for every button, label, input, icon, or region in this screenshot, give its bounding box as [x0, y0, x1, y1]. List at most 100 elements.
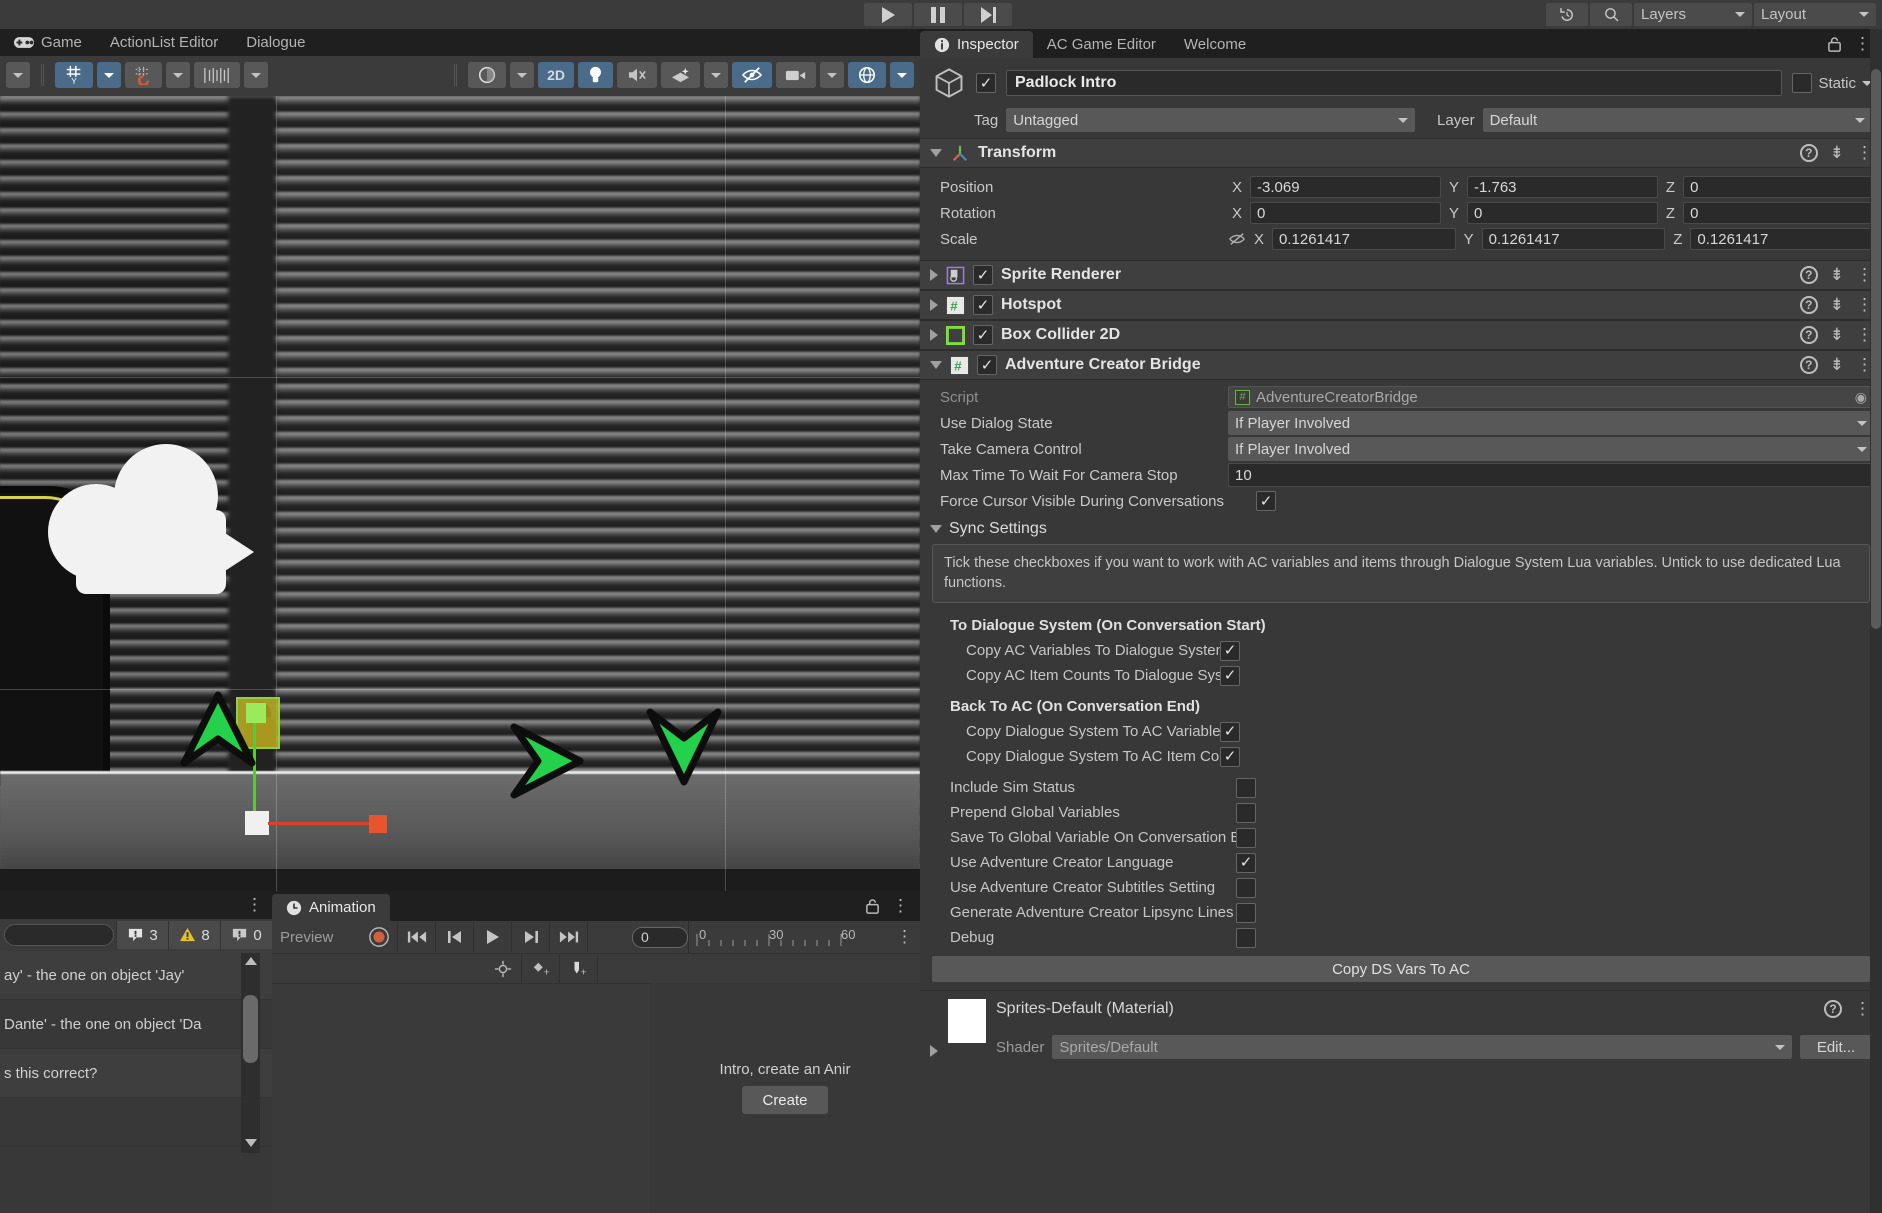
take-camera-control-dropdown[interactable]: If Player Involved [1228, 437, 1874, 461]
use-ac-subtitles-checkbox[interactable]: ✓ [1236, 877, 1256, 898]
animation-timeline-ruler[interactable]: 0 30 60 ⋮ [688, 921, 920, 953]
step-button[interactable] [964, 3, 1012, 26]
foldout-icon[interactable] [930, 361, 942, 369]
nav-arrow-right[interactable] [508, 721, 586, 801]
lock-icon[interactable] [1827, 36, 1842, 53]
rotation-y-field[interactable]: 0 [1466, 202, 1658, 224]
current-frame-input[interactable]: 0 [632, 926, 688, 948]
presets-icon[interactable]: ⇟ [1830, 355, 1844, 375]
force-cursor-visible-checkbox[interactable]: ✓ [1256, 491, 1276, 511]
shading-mode-dropdown[interactable] [510, 62, 535, 88]
scene-camera-button[interactable] [776, 62, 816, 88]
tab-animation[interactable]: Animation [272, 894, 390, 921]
snap-button[interactable] [125, 62, 162, 88]
object-picker-icon[interactable]: ◉ [1855, 389, 1867, 406]
next-frame-button[interactable] [512, 922, 550, 952]
gameobject-enabled-checkbox[interactable]: ✓ [976, 73, 996, 93]
console-info-counter[interactable]: 0 [220, 921, 272, 949]
transform-gizmo-center-handle[interactable] [245, 811, 269, 835]
scale-unlink-icon[interactable] [1228, 231, 1246, 247]
layer-dropdown[interactable]: Default [1482, 108, 1872, 132]
component-header-hotspot[interactable]: # ✓ Hotspot ? ⇟ ⋮ [920, 290, 1882, 320]
max-time-to-wait-field[interactable]: 10 [1228, 463, 1874, 487]
scene-camera-dropdown[interactable] [820, 62, 844, 88]
add-keyframe-target-button[interactable] [484, 953, 522, 984]
tab-ac-game-editor[interactable]: AC Game Editor [1033, 31, 1170, 58]
snap-dropdown[interactable] [166, 62, 190, 88]
tab-actionlist-editor[interactable]: ActionList Editor [96, 29, 232, 56]
tab-welcome[interactable]: Welcome [1170, 31, 1260, 58]
ruler-button[interactable] [194, 62, 240, 88]
add-event-button[interactable]: + [560, 953, 598, 984]
console-scroll-thumb[interactable] [243, 995, 258, 1063]
copy-ds-to-ac-item-counts-checkbox[interactable]: ✓ [1220, 746, 1240, 767]
scale-x-field[interactable]: 0.1261417 [1272, 228, 1456, 250]
presets-icon[interactable]: ⇟ [1830, 265, 1844, 285]
preview-button[interactable]: Preview [272, 929, 360, 946]
copy-ac-variables-checkbox[interactable]: ✓ [1220, 640, 1240, 661]
layout-dropdown[interactable]: Layout [1754, 3, 1876, 26]
presets-icon[interactable]: ⇟ [1830, 325, 1844, 345]
transform-gizmo-x-handle[interactable] [369, 815, 387, 833]
tool-handle-dropdown[interactable] [6, 62, 30, 88]
foldout-icon[interactable] [930, 329, 938, 341]
component-header-sprite-renderer[interactable]: ✓ Sprite Renderer ? ⇟ ⋮ [920, 260, 1882, 290]
shader-edit-button[interactable]: Edit... [1800, 1035, 1872, 1060]
component-header-adventure-creator-bridge[interactable]: # ✓ Adventure Creator Bridge ? ⇟ ⋮ [920, 350, 1882, 380]
last-frame-button[interactable] [550, 922, 588, 952]
inspector-scrollbar[interactable] [1870, 29, 1882, 1213]
list-item[interactable] [0, 1098, 272, 1147]
help-icon[interactable]: ? [1799, 266, 1818, 284]
console-scrollbar[interactable] [241, 953, 260, 1153]
include-sim-status-checkbox[interactable]: ✓ [1236, 777, 1256, 798]
foldout-icon[interactable] [930, 299, 938, 311]
presets-icon[interactable]: ⇟ [1830, 143, 1844, 163]
rotation-z-field[interactable]: 0 [1683, 202, 1875, 224]
script-object-field[interactable]: # AdventureCreatorBridge ◉ [1228, 386, 1874, 408]
tag-dropdown[interactable]: Untagged [1006, 108, 1416, 132]
help-icon[interactable]: ? [1799, 356, 1818, 374]
prepend-global-variables-checkbox[interactable]: ✓ [1236, 802, 1256, 823]
shading-mode-button[interactable] [468, 62, 507, 88]
scene-viewport[interactable] [0, 96, 920, 891]
presets-icon[interactable]: ⇟ [1830, 295, 1844, 315]
animation-property-list[interactable] [272, 983, 650, 1213]
list-item[interactable]: Dante' - the one on object 'Da [0, 1000, 272, 1049]
effects-dropdown[interactable] [704, 62, 728, 88]
create-animation-button[interactable]: Create [742, 1086, 828, 1114]
use-ac-language-checkbox[interactable]: ✓ [1236, 852, 1256, 873]
tab-dialogue[interactable]: Dialogue [232, 29, 319, 56]
lock-icon[interactable] [865, 898, 880, 915]
first-frame-button[interactable] [398, 922, 436, 952]
help-icon[interactable]: ? [1799, 326, 1818, 344]
nav-arrow-down[interactable] [644, 708, 724, 786]
position-y-field[interactable]: -1.763 [1466, 176, 1658, 198]
play-animation-button[interactable] [474, 922, 512, 952]
generate-lipsync-lines-checkbox[interactable]: ✓ [1236, 902, 1256, 923]
animation-dope-sheet[interactable]: Intro, create an Anir Create [650, 983, 920, 1213]
component-header-transform[interactable]: Transform ? ⇟ ⋮ [920, 138, 1882, 168]
grid-axis-button[interactable]: Y [55, 62, 93, 88]
static-checkbox[interactable]: ✓ [1792, 73, 1813, 93]
play-button[interactable] [864, 3, 912, 26]
console-kebab-icon[interactable]: ⋮ [246, 895, 264, 915]
shader-dropdown[interactable]: Sprites/Default [1052, 1035, 1792, 1060]
foldout-icon[interactable] [930, 149, 942, 157]
ruler-dropdown[interactable] [244, 62, 268, 88]
pause-button[interactable] [914, 3, 962, 26]
hidden-objects-toggle[interactable] [732, 62, 772, 88]
console-warning-counter[interactable]: 8 [168, 921, 220, 949]
console-search-input[interactable] [4, 924, 114, 946]
gameobject-name-field[interactable]: Padlock Intro [1006, 70, 1783, 96]
undo-history-button[interactable] [1546, 3, 1588, 26]
foldout-icon[interactable] [930, 269, 938, 281]
nav-arrow-up[interactable] [178, 691, 258, 769]
search-button[interactable] [1590, 3, 1632, 26]
console-error-counter[interactable]: 3 [116, 921, 168, 949]
scroll-down-arrow-icon[interactable] [245, 1139, 257, 1147]
tab-game[interactable]: Game [0, 29, 96, 56]
animation-ruler-kebab-icon[interactable]: ⋮ [896, 927, 914, 947]
inspector-scroll-thumb[interactable] [1871, 69, 1881, 629]
position-z-field[interactable]: 0 [1683, 176, 1875, 198]
scale-z-field[interactable]: 0.1261417 [1690, 228, 1874, 250]
